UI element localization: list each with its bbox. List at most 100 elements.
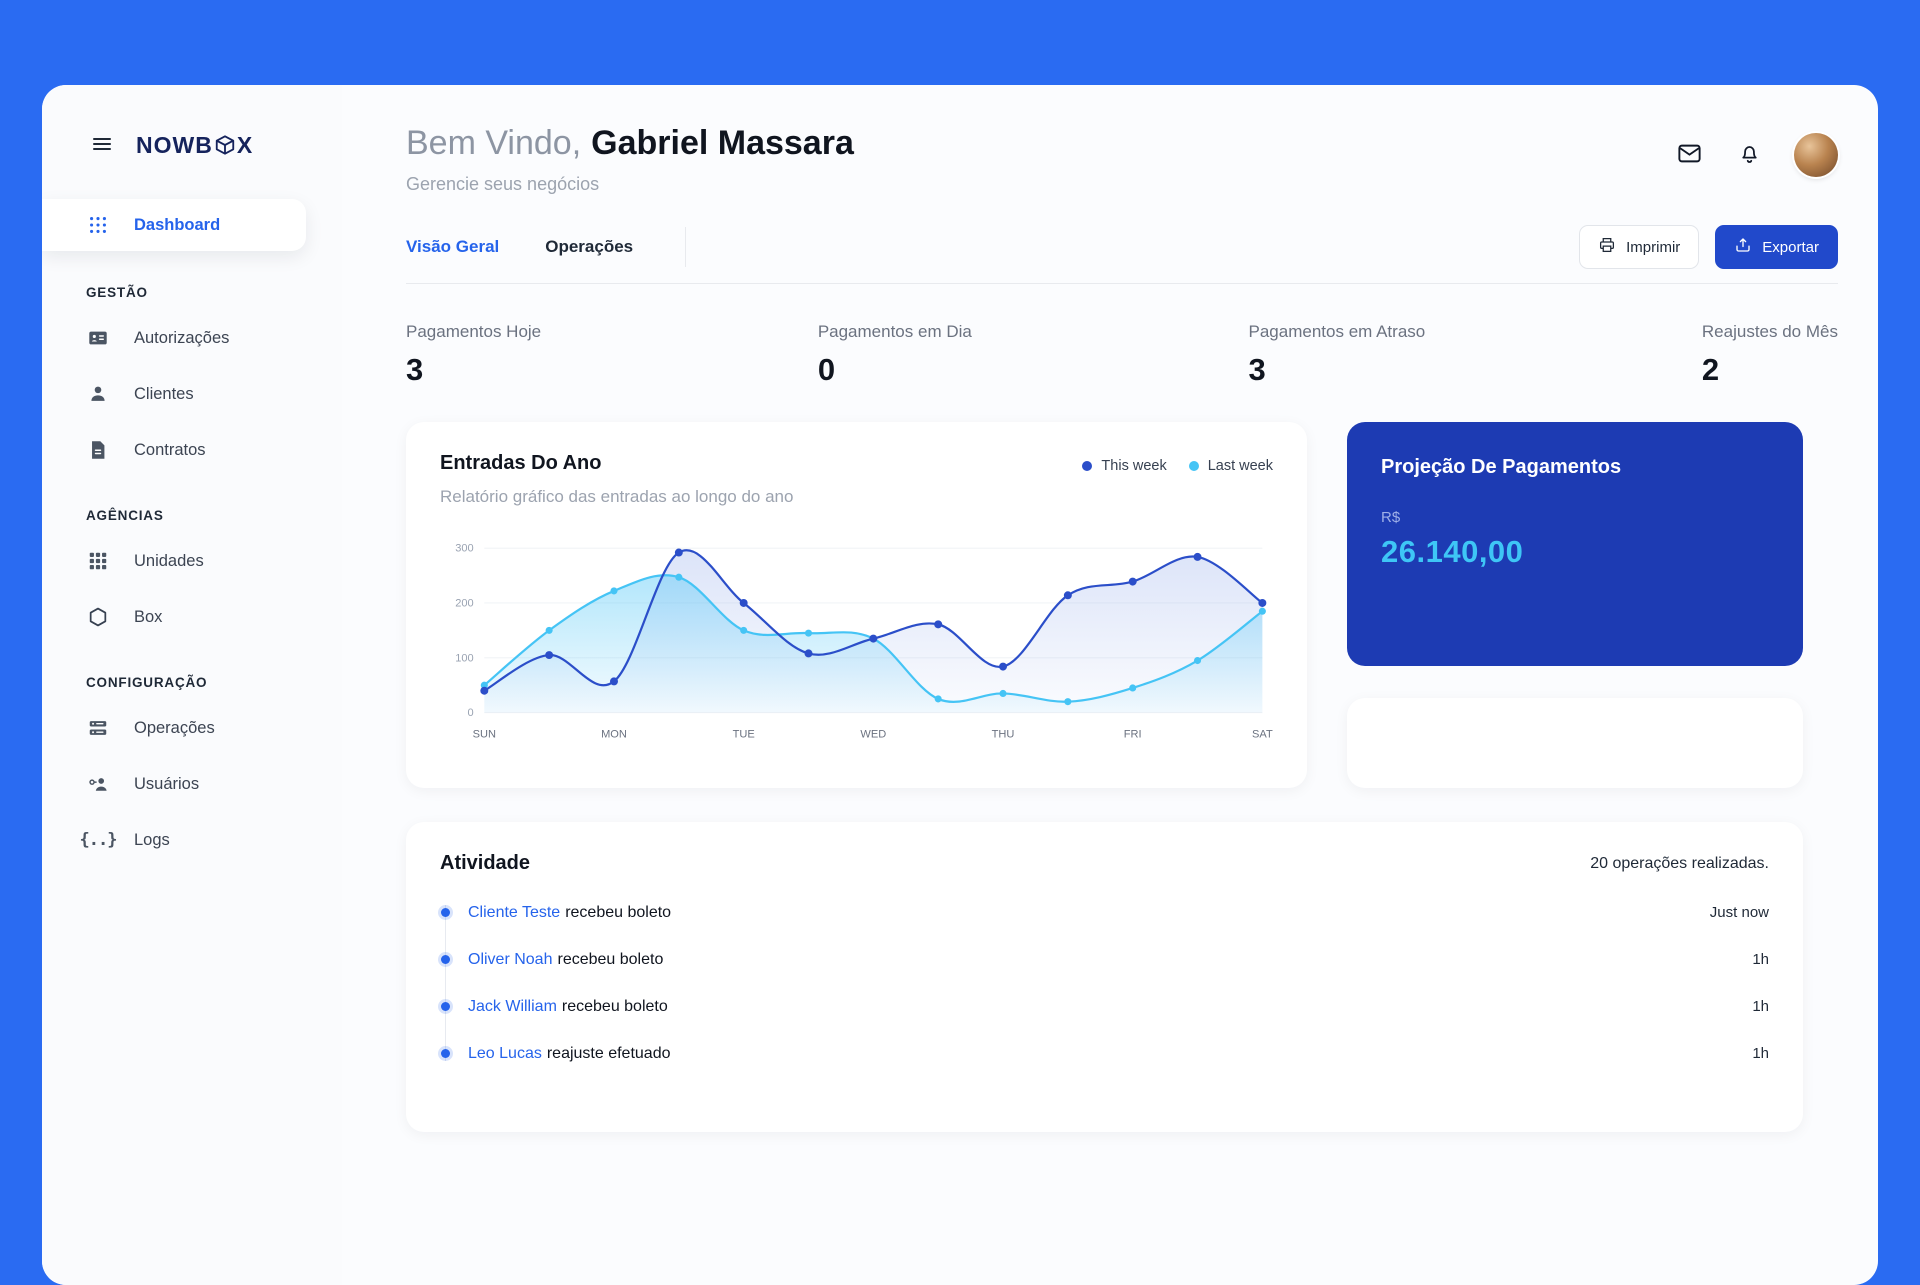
right-column: Projeção De Pagamentos R$ 26.140,00	[1347, 422, 1803, 788]
activity-summary: 20 operações realizadas.	[1590, 855, 1769, 873]
bell-icon	[1737, 141, 1762, 169]
activity-bullet-icon	[441, 1049, 450, 1058]
tab-group: Visão Geral Operações	[406, 227, 686, 267]
stat-pagamentos-em-dia: Pagamentos em Dia 0	[818, 322, 972, 388]
sidebar-item-contratos[interactable]: Contratos	[86, 426, 342, 474]
activity-bullet-icon	[441, 1002, 450, 1011]
svg-text:SUN: SUN	[473, 729, 496, 741]
grid-icon	[86, 549, 110, 573]
sidebar-item-label: Logs	[134, 831, 170, 850]
messages-button[interactable]	[1674, 138, 1705, 172]
menu-toggle-button[interactable]	[86, 128, 118, 163]
activity-time: 1h	[1752, 951, 1769, 968]
sidebar-item-label: Clientes	[134, 385, 194, 404]
export-button[interactable]: Exportar	[1715, 225, 1838, 269]
section-title: AGÊNCIAS	[86, 508, 342, 523]
activity-action: recebeu boleto	[565, 904, 671, 921]
sidebar-section-configuracao: CONFIGURAÇÃO Operações Usuários {..} Log…	[42, 675, 342, 864]
sidebar-item-clientes[interactable]: Clientes	[86, 370, 342, 418]
notifications-button[interactable]	[1735, 139, 1764, 171]
activity-action: reajuste efetuado	[547, 1045, 671, 1062]
activity-client-link[interactable]: Jack William	[468, 998, 557, 1015]
header-actions: Imprimir Exportar	[1579, 225, 1838, 269]
activity-client-link[interactable]: Cliente Teste	[468, 904, 560, 921]
activity-time: Just now	[1710, 904, 1769, 921]
sidebar: NOWB X Dashboard GESTÃO	[42, 85, 342, 1285]
sidebar-item-label: Box	[134, 608, 162, 627]
sidebar-item-label: Unidades	[134, 552, 204, 571]
sidebar-item-label: Usuários	[134, 775, 199, 794]
entries-chart-card: Entradas Do Ano Relatório gráfico das en…	[406, 422, 1307, 788]
hexagon-box-icon	[86, 605, 110, 629]
svg-text:0: 0	[468, 708, 474, 720]
activity-time: 1h	[1752, 1045, 1769, 1062]
user-key-icon	[86, 772, 110, 796]
empty-card	[1347, 698, 1803, 788]
sidebar-item-box[interactable]: Box	[86, 593, 342, 641]
activity-client-link[interactable]: Leo Lucas	[468, 1045, 542, 1062]
box-logo-icon	[214, 134, 236, 156]
user-avatar[interactable]	[1794, 133, 1838, 177]
activity-action: recebeu boleto	[557, 951, 663, 968]
activity-row: Cliente Teste recebeu boleto Just now	[440, 889, 1769, 936]
page-title: Bem Vindo,Gabriel Massara	[406, 125, 854, 162]
this-week-dot-icon	[1082, 461, 1092, 471]
activity-row: Leo Lucas reajuste efetuado 1h	[440, 1030, 1769, 1077]
export-button-label: Exportar	[1762, 239, 1819, 256]
document-icon	[86, 438, 110, 462]
activity-bullet-icon	[441, 908, 450, 917]
chart-legend: This week Last week	[1082, 458, 1273, 474]
activity-client-link[interactable]: Oliver Noah	[468, 951, 552, 968]
cards-row: Entradas Do Ano Relatório gráfico das en…	[406, 422, 1803, 788]
print-button[interactable]: Imprimir	[1579, 225, 1699, 269]
sidebar-section-gestao: GESTÃO Autorizações Clientes Contratos	[42, 285, 342, 474]
greeting-prefix: Bem Vindo,	[406, 124, 581, 162]
activity-bullet-icon	[441, 955, 450, 964]
svg-text:200: 200	[455, 598, 473, 610]
logs-braces-icon: {..}	[86, 828, 110, 852]
sidebar-item-label: Contratos	[134, 441, 206, 460]
projection-currency: R$	[1381, 509, 1769, 526]
sidebar-item-autorizacoes[interactable]: Autorizações	[86, 314, 342, 362]
sidebar-item-logs[interactable]: {..} Logs	[86, 816, 342, 864]
legend-this-week[interactable]: This week	[1082, 458, 1166, 474]
stat-value: 3	[1249, 352, 1426, 388]
main-content: Bem Vindo,Gabriel Massara Gerencie seus …	[342, 85, 1878, 1285]
sidebar-item-usuarios[interactable]: Usuários	[86, 760, 342, 808]
legend-last-week[interactable]: Last week	[1189, 458, 1273, 474]
svg-text:FRI: FRI	[1124, 729, 1142, 741]
sidebar-item-dashboard[interactable]: Dashboard	[42, 199, 306, 251]
entries-line-chart: 0100200300SUNMONTUEWEDTHUFRISAT	[440, 523, 1273, 746]
tab-operacoes[interactable]: Operações	[545, 237, 633, 257]
sidebar-item-operacoes[interactable]: Operações	[86, 704, 342, 752]
svg-text:MON: MON	[601, 729, 627, 741]
export-icon	[1734, 236, 1752, 258]
projection-amount: 26.140,00	[1381, 534, 1769, 570]
stat-reajustes-do-mes: Reajustes do Mês 2	[1702, 322, 1838, 388]
stat-label: Reajustes do Mês	[1702, 322, 1838, 342]
svg-text:SAT: SAT	[1252, 729, 1273, 741]
stat-label: Pagamentos em Dia	[818, 322, 972, 342]
chart-subtitle: Relatório gráfico das entradas ao longo …	[440, 487, 793, 507]
sidebar-item-label: Operações	[134, 719, 215, 738]
activity-action: recebeu boleto	[562, 998, 668, 1015]
page-header: Bem Vindo,Gabriel Massara Gerencie seus …	[406, 125, 1838, 195]
stat-value: 0	[818, 352, 972, 388]
tabs-row: Visão Geral Operações Imprimir Exportar	[406, 225, 1838, 284]
last-week-dot-icon	[1189, 461, 1199, 471]
stat-label: Pagamentos Hoje	[406, 322, 541, 342]
svg-text:THU: THU	[992, 729, 1015, 741]
tab-visao-geral[interactable]: Visão Geral	[406, 237, 499, 257]
svg-text:WED: WED	[860, 729, 886, 741]
stat-label: Pagamentos em Atraso	[1249, 322, 1426, 342]
hamburger-icon	[90, 132, 114, 159]
sidebar-item-label: Dashboard	[134, 216, 220, 235]
activity-card: Atividade 20 operações realizadas. Clien…	[406, 822, 1803, 1132]
sidebar-item-unidades[interactable]: Unidades	[86, 537, 342, 585]
stats-row: Pagamentos Hoje 3 Pagamentos em Dia 0 Pa…	[406, 322, 1838, 388]
activity-row: Jack Williamrecebeu boleto 1h	[440, 983, 1769, 1030]
server-icon	[86, 716, 110, 740]
activity-row: Oliver Noah recebeu boleto 1h	[440, 936, 1769, 983]
svg-text:300: 300	[455, 543, 473, 555]
stat-value: 2	[1702, 352, 1838, 388]
